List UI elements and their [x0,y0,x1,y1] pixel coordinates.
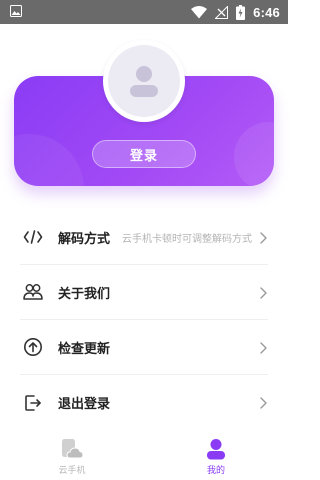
user-icon [130,66,158,97]
status-bar: 6:46 [0,0,288,24]
people-icon [22,281,44,303]
clock-time: 6:46 [253,4,280,20]
chevron-right-icon [260,232,267,244]
chevron-right-icon [260,287,267,299]
menu-item-logout[interactable]: 退出登录 [20,375,268,430]
settings-menu: 解码方式 云手机卡顿时可调整解码方式 关于我们 检查更新 退出登录 [0,210,288,430]
code-icon [22,226,44,248]
menu-item-label: 解码方式 [58,231,111,247]
logout-icon [22,392,44,414]
bottom-nav: 云手机 我的 [0,432,288,480]
menu-item-label: 退出登录 [58,397,111,412]
menu-item-hint: 云手机卡顿时可调整解码方式 [122,233,252,245]
tab-label: 云手机 [58,466,86,476]
avatar[interactable] [103,40,185,122]
menu-item-decode-mode[interactable]: 解码方式 云手机卡顿时可调整解码方式 [20,210,268,265]
tab-label: 我的 [206,466,225,476]
user-icon [207,439,225,460]
card-decoration-circle [234,122,274,186]
arrow-up-circle-icon [22,336,44,358]
battery-charging-icon [236,4,246,20]
tab-cloud-phone[interactable]: 云手机 [42,438,102,476]
chevron-right-icon [260,342,267,354]
menu-item-about-us[interactable]: 关于我们 [20,265,268,320]
chevron-right-icon [260,397,267,409]
menu-item-check-update[interactable]: 检查更新 [20,320,268,375]
tab-mine[interactable]: 我的 [186,438,246,476]
signal-off-icon [215,5,229,19]
cloud-phone-icon [62,439,84,459]
menu-item-label: 检查更新 [58,341,111,357]
avatar-placeholder [108,45,180,117]
image-icon [10,5,22,17]
wifi-icon [191,5,208,18]
login-button[interactable]: 登录 [92,140,196,168]
card-decoration-circle [14,134,84,186]
menu-item-label: 关于我们 [58,286,111,302]
